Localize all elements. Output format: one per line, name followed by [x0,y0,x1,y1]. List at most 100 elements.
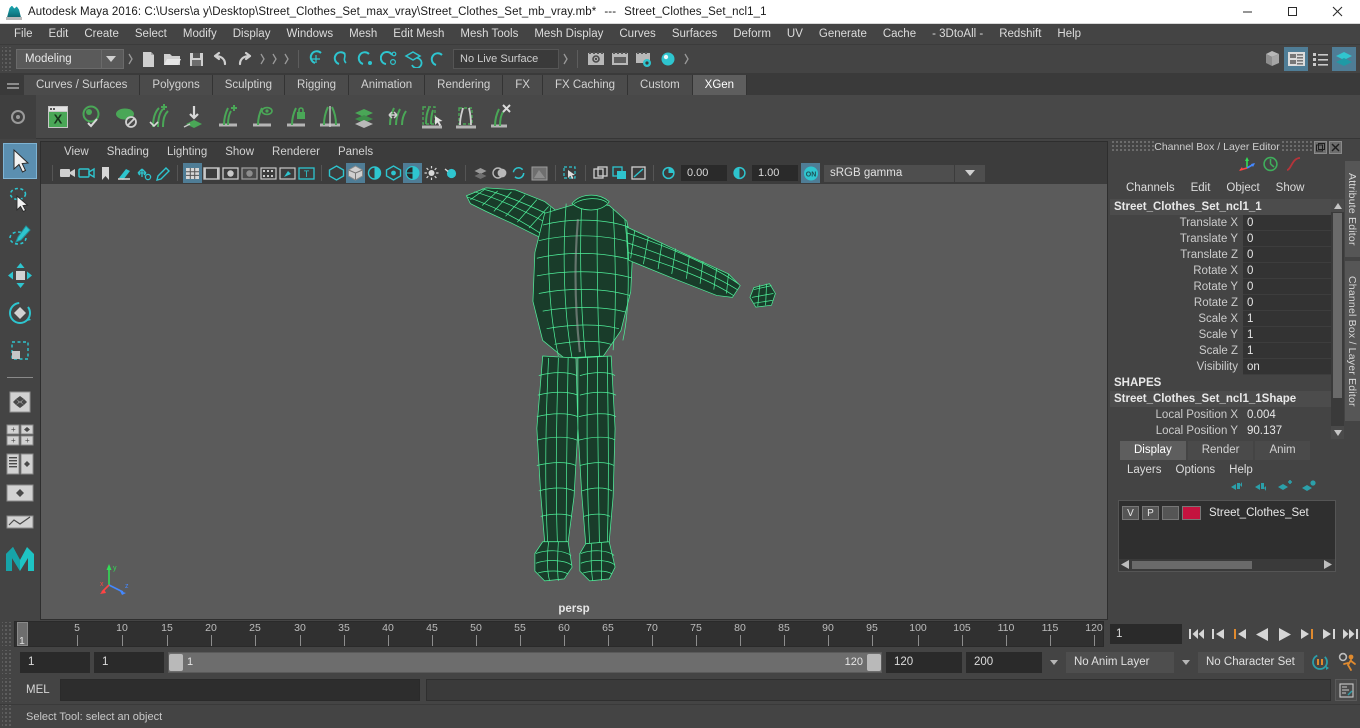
channel-value[interactable]: on [1243,359,1331,375]
current-frame-field[interactable]: 1 [1110,624,1182,644]
move-tool[interactable] [3,257,37,293]
paint-select-tool[interactable] [3,219,37,255]
layer-tab-display[interactable]: Display [1120,441,1186,460]
color-management-chevron-down-icon[interactable] [955,164,985,182]
menu-display[interactable]: Display [225,24,279,45]
viewport-menu-show[interactable]: Show [216,142,263,162]
shelf-tab-polygons[interactable]: Polygons [140,75,213,95]
layout-four-view-icon[interactable]: + + + [3,422,37,448]
close-panel-button[interactable] [1329,140,1342,154]
channel-value[interactable]: 0 [1243,215,1331,231]
new-layer-from-selected-icon[interactable] [1301,480,1316,498]
show-hide-channel-box-icon[interactable] [1332,47,1356,71]
scale-tool[interactable] [3,333,37,369]
menu-select[interactable]: Select [127,24,175,45]
hypershade-icon[interactable] [656,47,680,71]
grease-pencil-icon[interactable] [153,163,172,183]
channel-row-translate-x[interactable]: Translate X 0 [1110,215,1331,231]
viewport-snapshot-icon[interactable] [629,163,648,183]
gamma-field[interactable]: 1.00 [752,165,798,181]
channel-box-scroll-thumb[interactable] [1333,213,1342,398]
character-set-chevron-down-icon[interactable] [1178,652,1194,673]
anim-layer-chevron-down-icon[interactable] [1046,652,1062,673]
x-ray-joints-icon[interactable] [365,163,384,183]
preview-refresh-icon[interactable] [76,100,108,134]
toolbar-group-arrow-3[interactable] [280,49,292,69]
viewport-copy-icon[interactable] [591,163,610,183]
shelf-drag-handle[interactable] [2,73,24,95]
menu-mesh[interactable]: Mesh [341,24,385,45]
animation-preferences-icon[interactable] [1336,650,1360,674]
layer-playback-toggle[interactable]: P [1142,506,1159,520]
color-management-select[interactable]: sRGB gamma [824,164,954,182]
texture-display-icon[interactable] [259,163,278,183]
menu-uv[interactable]: UV [779,24,811,45]
exposure-icon[interactable] [659,163,678,183]
play-forwards-icon[interactable] [1274,623,1294,645]
menu-file[interactable]: File [6,24,41,45]
scroll-up-arrow-icon[interactable] [1331,199,1344,212]
minimize-button[interactable] [1225,0,1270,24]
animation-curve-icon[interactable] [1285,156,1302,177]
display-layer-list[interactable]: V P Street_Clothes_Set [1118,500,1336,572]
rotate-tool[interactable] [3,295,37,331]
menu-curves[interactable]: Curves [611,24,663,45]
shelf-options-menu[interactable] [0,94,36,139]
redo-icon[interactable] [232,47,256,71]
statusline-drag-handle[interactable] [2,47,12,71]
channel-value[interactable]: 90.137 [1243,423,1331,439]
layer-name[interactable]: Street_Clothes_Set [1209,507,1309,519]
channel-value[interactable]: 1 [1243,311,1331,327]
menu-windows[interactable]: Windows [278,24,341,45]
exposure-field[interactable]: 0.00 [681,165,727,181]
isolate-select-icon[interactable] [561,163,580,183]
menu-modify[interactable]: Modify [175,24,225,45]
viewport-paste-icon[interactable] [610,163,629,183]
shade-selected-icon[interactable] [221,163,240,183]
lasso-select-tool[interactable] [3,181,37,217]
viewport-menu-panels[interactable]: Panels [329,142,382,162]
channel-box-menu-object[interactable]: Object [1220,182,1265,194]
wireframe-shading-icon[interactable] [183,163,202,183]
layer-row[interactable]: V P Street_Clothes_Set [1122,504,1335,522]
channel-value[interactable]: 1 [1243,327,1331,343]
two-d-pan-zoom-icon[interactable] [134,163,153,183]
character-set-dropdown[interactable]: No Character Set [1198,651,1304,673]
ambient-occlusion-icon[interactable] [490,163,509,183]
undock-panel-button[interactable] [1314,140,1327,154]
snap-to-point-icon[interactable] [353,47,377,71]
channel-value[interactable]: 1 [1243,343,1331,359]
save-scene-icon[interactable] [184,47,208,71]
menu-surfaces[interactable]: Surfaces [664,24,725,45]
channel-value[interactable]: 0.004 [1243,407,1331,423]
channel-value[interactable]: 0 [1243,279,1331,295]
move-layer-up-icon[interactable] [1229,480,1244,498]
scroll-right-arrow-icon[interactable] [1324,556,1332,574]
channel-value[interactable]: 0 [1243,247,1331,263]
x-ray-text-icon[interactable]: T [297,163,316,183]
menu-mesh-tools[interactable]: Mesh Tools [452,24,526,45]
go-to-end-icon[interactable] [1340,623,1360,645]
shelf-tab-animation[interactable]: Animation [349,75,426,95]
select-tool[interactable] [3,143,37,179]
scroll-down-arrow-icon[interactable] [1331,426,1344,439]
layer-shading-toggle[interactable] [1162,506,1179,520]
menu-deform[interactable]: Deform [725,24,779,45]
anim-layer-dropdown[interactable]: No Anim Layer [1066,651,1174,673]
step-back-keyframe-icon[interactable] [1208,623,1228,645]
lighting-toggle-icon[interactable] [422,163,441,183]
render-settings-icon[interactable] [632,47,656,71]
menu-edit-mesh[interactable]: Edit Mesh [385,24,452,45]
side-tab-channel-box[interactable]: Channel Box / Layer Editor [1344,261,1360,421]
layer-visibility-toggle[interactable]: V [1122,506,1139,520]
channel-row-rotate-y[interactable]: Rotate Y 0 [1110,279,1331,295]
viewport-menu-shading[interactable]: Shading [98,142,158,162]
display-textures-icon[interactable] [403,163,422,183]
channel-box-drag-handle[interactable] [1110,141,1154,153]
channel-value[interactable]: 0 [1243,231,1331,247]
toolbar-collapse-arrow[interactable] [124,49,136,69]
x-ray-display-icon[interactable] [327,163,346,183]
menu-generate[interactable]: Generate [811,24,875,45]
bookmark-icon[interactable] [96,163,115,183]
layer-tab-render[interactable]: Render [1187,441,1254,460]
